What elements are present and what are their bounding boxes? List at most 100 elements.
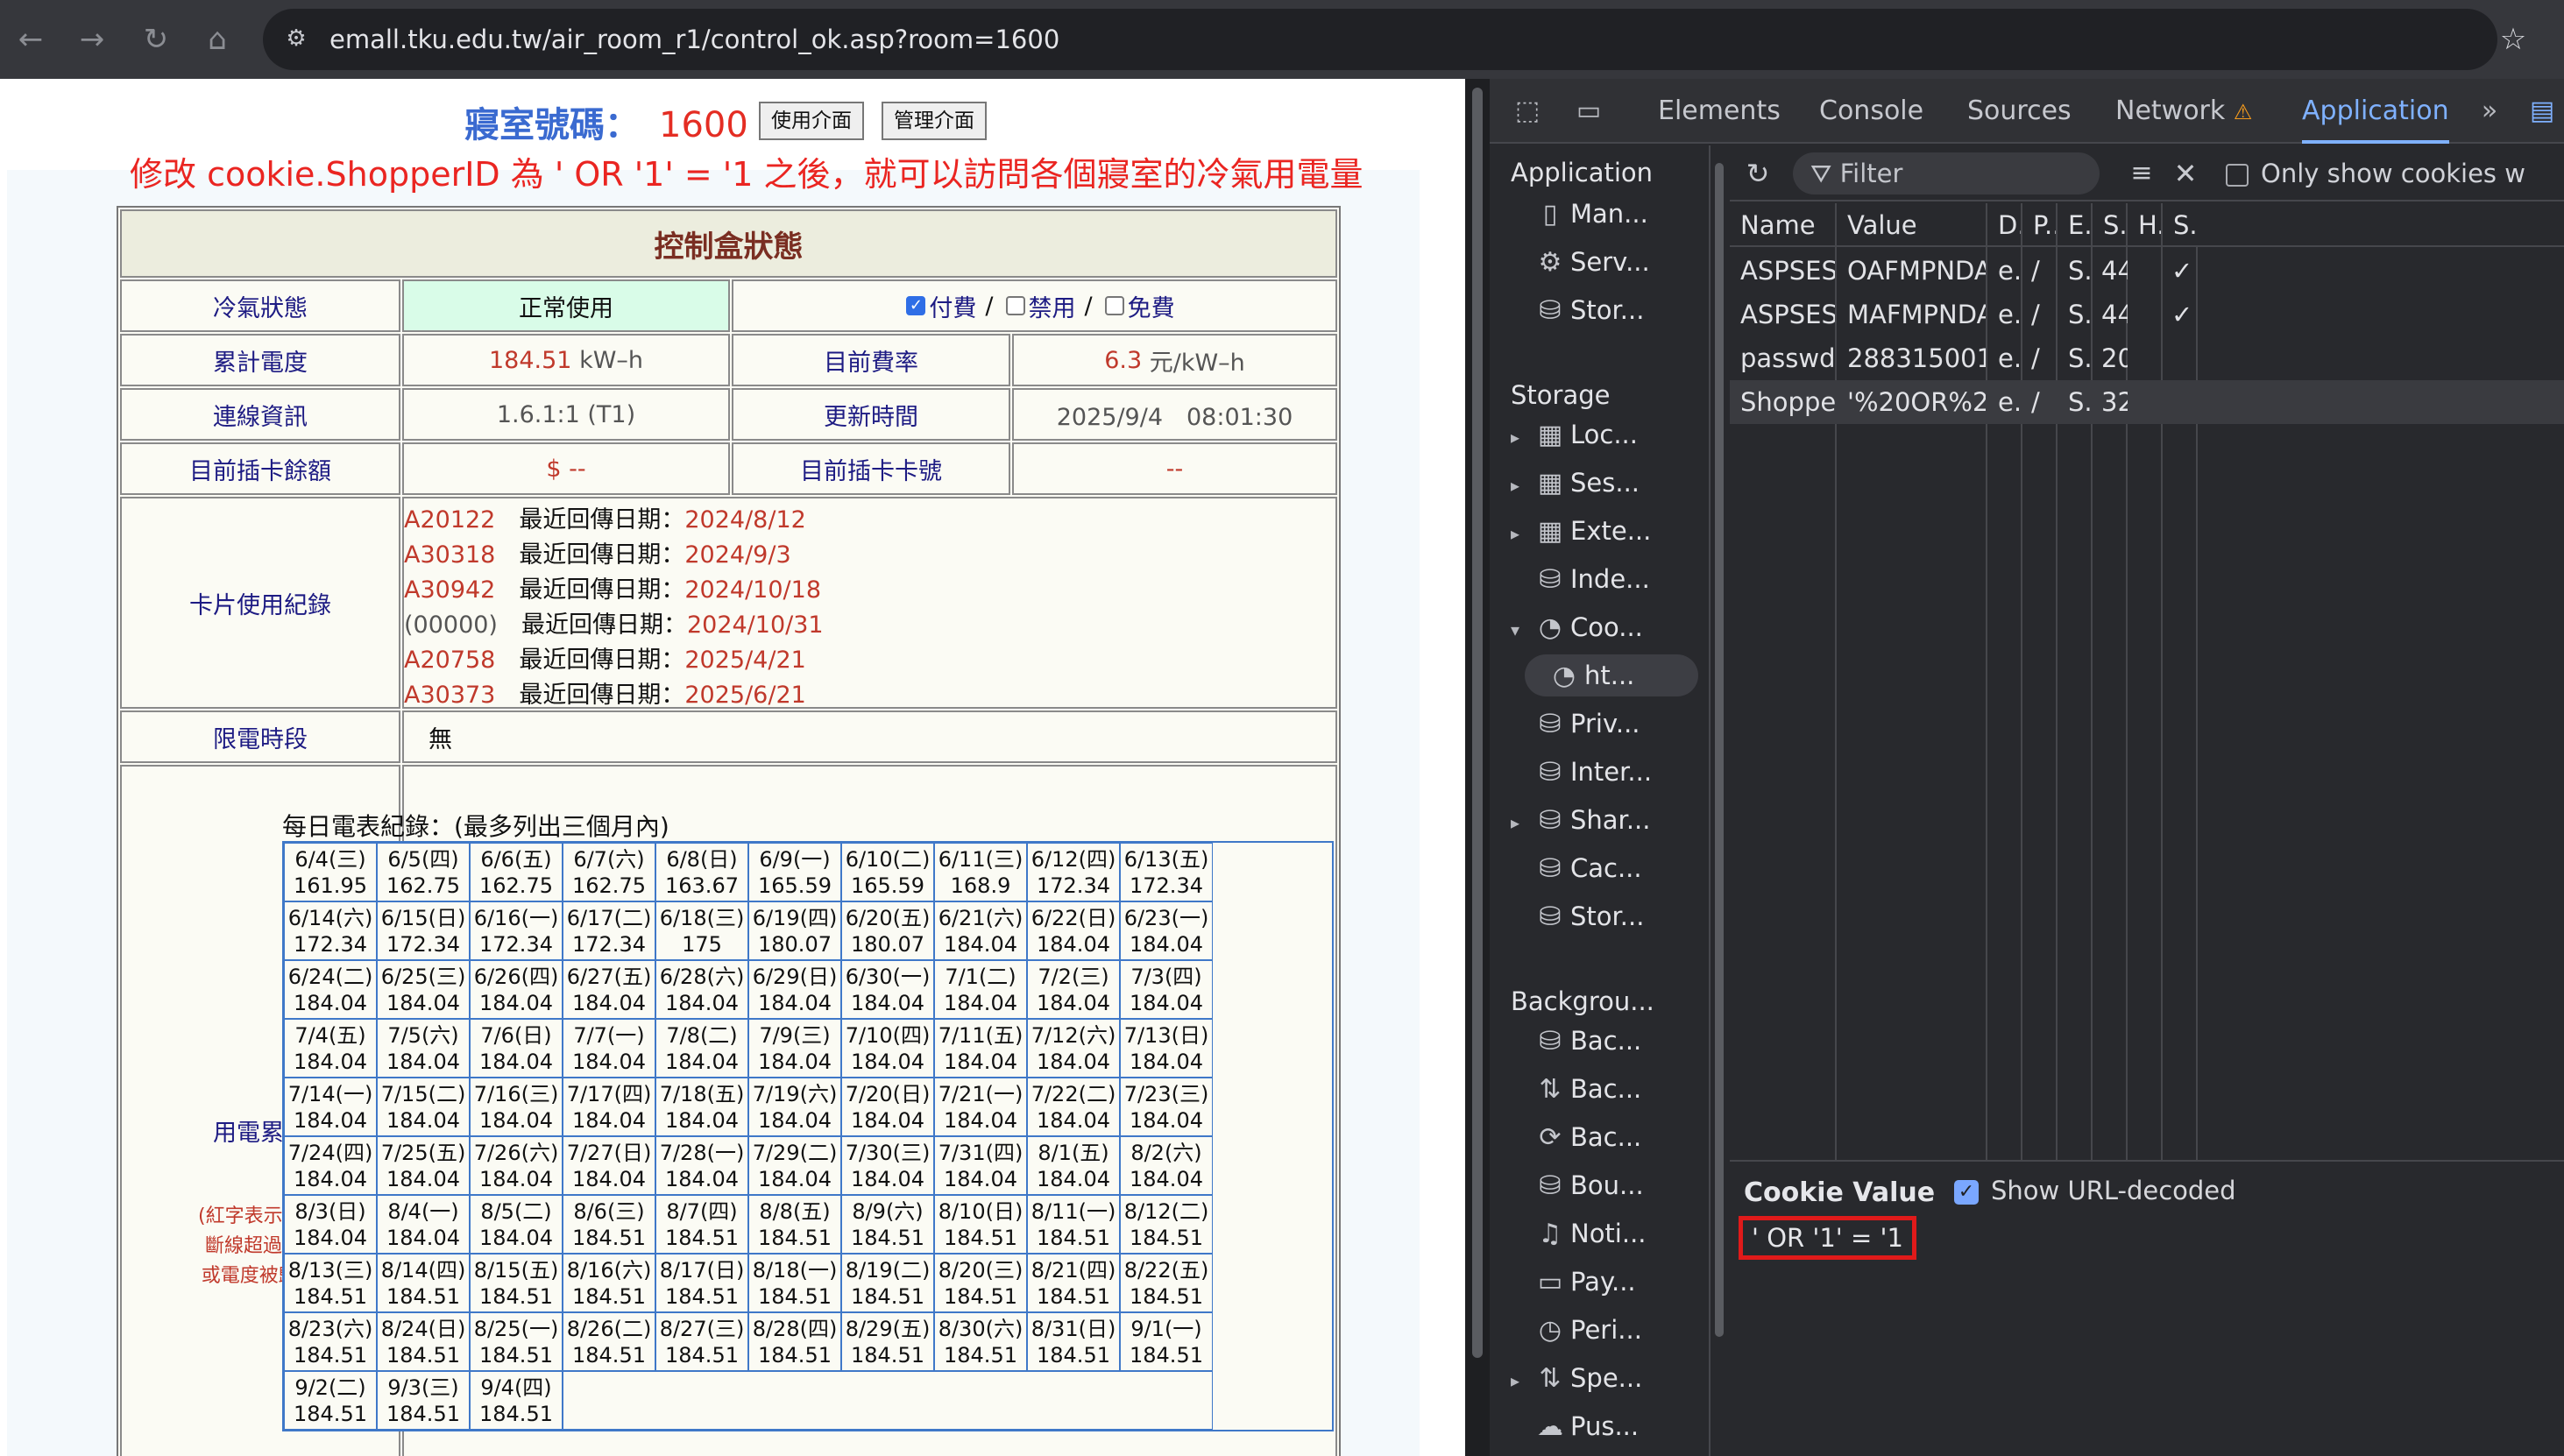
daily-value: 184.51 <box>665 1226 739 1250</box>
filter-input[interactable]: ⛛ Filter <box>1793 152 2100 194</box>
paid-checkbox[interactable]: ✓ <box>906 296 926 315</box>
sidebar-item-background-sync[interactable]: ⟳ Bac... <box>1511 1116 1695 1158</box>
tab-application[interactable]: Application <box>2302 79 2449 144</box>
sidebar-item-label: Pus... <box>1570 1411 1640 1441</box>
daily-date: 6/5(四) <box>387 847 459 872</box>
power-limit-label: 限電時段 <box>120 710 400 763</box>
daily-record-cell: 6/6(五) 162.75 <box>470 843 563 901</box>
sidebar-item-storage-overview[interactable]: ⛁ Stor... <box>1511 289 1695 331</box>
address-url[interactable]: emall.tku.edu.tw/air_room_r1/control_ok.… <box>329 9 1059 70</box>
only-cookies-checkbox[interactable] <box>2226 164 2249 187</box>
daily-date: 8/6(三) <box>573 1199 645 1224</box>
sidebar-item-cookie-origin[interactable]: ◔ ht... <box>1525 654 1698 696</box>
daily-value: 184.51 <box>572 1284 646 1309</box>
column-header-domain[interactable]: D... <box>1987 203 2022 247</box>
daily-value: 184.51 <box>944 1343 1017 1368</box>
sidebar-item-session-storage[interactable]: ▸ ▦ Ses... <box>1511 462 1695 504</box>
sidebar-item-bounce-tracking[interactable]: ⛁ Bou... <box>1511 1164 1695 1206</box>
back-arrow-icon[interactable]: ← <box>11 19 51 60</box>
daily-value: 184.04 <box>572 991 646 1015</box>
inspect-element-icon[interactable]: ⬚ <box>1509 93 1546 130</box>
sidebar-item-shared-storage[interactable]: ▸ ⛁ Shar... <box>1511 799 1695 841</box>
page-title: 寢室號碼： 1600 <box>464 96 748 147</box>
sidebar-item-indexeddb[interactable]: ⛁ Inde... <box>1511 558 1695 600</box>
admin-interface-button[interactable]: 管理介面 <box>882 102 987 140</box>
device-toolbar-icon[interactable]: ▭ <box>1570 93 1607 130</box>
tab-elements[interactable]: Elements <box>1658 79 1781 144</box>
sidebar-item-payment-handler[interactable]: ▭ Pay... <box>1511 1261 1695 1303</box>
cookie-domain-cell: e... <box>1998 256 2022 286</box>
forward-arrow-icon[interactable]: → <box>72 19 112 60</box>
card-date-label: 最近回傳日期： <box>521 611 687 639</box>
daily-value: 184.04 <box>294 1108 367 1133</box>
sidebar-item-periodic-sync[interactable]: ◷ Peri... <box>1511 1309 1695 1351</box>
sidebar-item-back-forward-cache[interactable]: ⛁ Bac... <box>1511 1020 1695 1062</box>
more-tabs-icon[interactable]: » <box>2471 93 2508 130</box>
show-url-decoded-toggle[interactable]: ✓ Show URL-decoded <box>1954 1176 2236 1205</box>
column-header-name[interactable]: Name <box>1730 203 1837 247</box>
home-icon[interactable]: ⌂ <box>197 19 237 60</box>
sidebar-scrollbar[interactable] <box>1711 145 1728 1389</box>
site-info-icon[interactable]: ⚙ <box>279 21 314 56</box>
column-header-size[interactable]: S... <box>2093 203 2128 247</box>
daily-record-cell: 8/7(四) 184.51 <box>655 1195 748 1254</box>
balance-label: 目前插卡餘額 <box>120 442 400 495</box>
show-decoded-checkbox[interactable]: ✓ <box>1954 1180 1979 1205</box>
cookie-value-cell: '%20OR%20'1'%2... <box>1847 387 1986 417</box>
sidebar-item-interest-groups[interactable]: ⛁ Inter... <box>1511 751 1695 793</box>
sidebar-item-push-messaging[interactable]: ☁ Pus... <box>1511 1405 1695 1447</box>
tab-sources[interactable]: Sources <box>1967 79 2072 144</box>
column-header-expires[interactable]: E... <box>2058 203 2093 247</box>
daily-record-cell: 6/18(三) 175 <box>655 901 748 960</box>
sidebar-item-private-state-tokens[interactable]: ⛁ Priv... <box>1511 703 1695 745</box>
panel-divider[interactable] <box>1465 79 1490 1456</box>
table-row[interactable]: ASPSESSIO... OAFMPNDAPFOJO... e... / S... 44 ✓ <box>1730 249 2564 293</box>
tab-network[interactable]: Network ⚠ <box>2115 79 2252 144</box>
sidebar-item-background-fetch[interactable]: ⇅ Bac... <box>1511 1068 1695 1110</box>
sidebar-item-cache-storage[interactable]: ⛁ Cac... <box>1511 847 1695 889</box>
sidebar-item-speculative-loads[interactable]: ▸ ⇅ Spe... <box>1511 1357 1695 1399</box>
room-number: 1600 <box>659 105 748 145</box>
column-header-secure[interactable]: S... <box>2163 203 2198 247</box>
sidebar-item-service-workers[interactable]: ⚙ Serv... <box>1511 241 1695 283</box>
sidebar-scroll-thumb[interactable] <box>1715 163 1724 1337</box>
sidebar-item-local-storage[interactable]: ▸ ▦ Loc... <box>1511 413 1695 456</box>
only-issue-cookies-toggle[interactable]: Only show cookies w <box>2226 145 2525 201</box>
devtools-panel: ⬚ ▭ Elements Console Sources Network ⚠ A… <box>1490 79 2564 1456</box>
free-checkbox[interactable] <box>1104 296 1124 315</box>
devtools-tab-bar: ⬚ ▭ Elements Console Sources Network ⚠ A… <box>1490 79 2564 144</box>
delete-selected-icon[interactable]: ✕ <box>2166 154 2205 193</box>
sidebar-item-label: Spe... <box>1570 1363 1643 1393</box>
sidebar-item-notifications[interactable]: ♫ Noti... <box>1511 1212 1695 1255</box>
cookie-value-text[interactable]: ' OR '1' = '1 <box>1739 1216 1916 1260</box>
database-icon: ⛁ <box>1539 805 1562 836</box>
table-row[interactable]: ASPSESSIO... MAFMPNDADCPNL... e... / S... 44 ✓ <box>1730 293 2564 336</box>
tab-console[interactable]: Console <box>1819 79 1923 144</box>
disabled-checkbox[interactable] <box>1005 296 1025 315</box>
issues-icon[interactable]: ▤ <box>2524 93 2560 130</box>
daily-date: 8/30(六) <box>938 1317 1023 1341</box>
daily-record-cell: 7/5(六) 184.04 <box>377 1019 470 1078</box>
screenshot-root: ← → ↻ ⌂ ⚙ emall.tku.edu.tw/air_room_r1/c… <box>0 0 2564 1456</box>
page-scrollbar[interactable] <box>1472 88 1483 1358</box>
column-header-path[interactable]: P... <box>2022 203 2058 247</box>
daily-record-cell: 8/20(三) 184.51 <box>934 1254 1027 1312</box>
daily-date: 7/17(四) <box>566 1082 652 1106</box>
sidebar-item-storage-buckets[interactable]: ⛁ Stor... <box>1511 895 1695 937</box>
table-row[interactable]: passwd 28831500116103 e... / S... 20 <box>1730 336 2564 380</box>
reload-icon[interactable]: ↻ <box>136 19 176 60</box>
clear-filtered-icon[interactable]: ≡ <box>2122 154 2161 193</box>
sidebar-item-extension-storage[interactable]: ▸ ▦ Exte... <box>1511 510 1695 552</box>
table-row[interactable]: ShopperID '%20OR%20'1'%2... e... / S... 32 <box>1730 380 2564 424</box>
daily-value: 184.04 <box>665 1050 739 1074</box>
paid-label: 付費 <box>929 294 977 322</box>
sidebar-item-cookies[interactable]: ▾ ◔ Coo... <box>1511 606 1695 648</box>
column-header-httponly[interactable]: H... <box>2128 203 2163 247</box>
user-interface-button[interactable]: 使用介面 <box>759 102 864 140</box>
address-bar[interactable]: ⚙ emall.tku.edu.tw/air_room_r1/control_o… <box>263 9 2497 70</box>
refresh-icon[interactable]: ↻ <box>1739 154 1777 193</box>
column-header-value[interactable]: Value <box>1837 203 1987 247</box>
bookmark-star-icon[interactable]: ☆ <box>2493 19 2533 60</box>
sidebar-item-manifest[interactable]: ▯ Man... <box>1511 193 1695 235</box>
daily-record-cell: 6/4(三) 161.95 <box>284 843 377 901</box>
